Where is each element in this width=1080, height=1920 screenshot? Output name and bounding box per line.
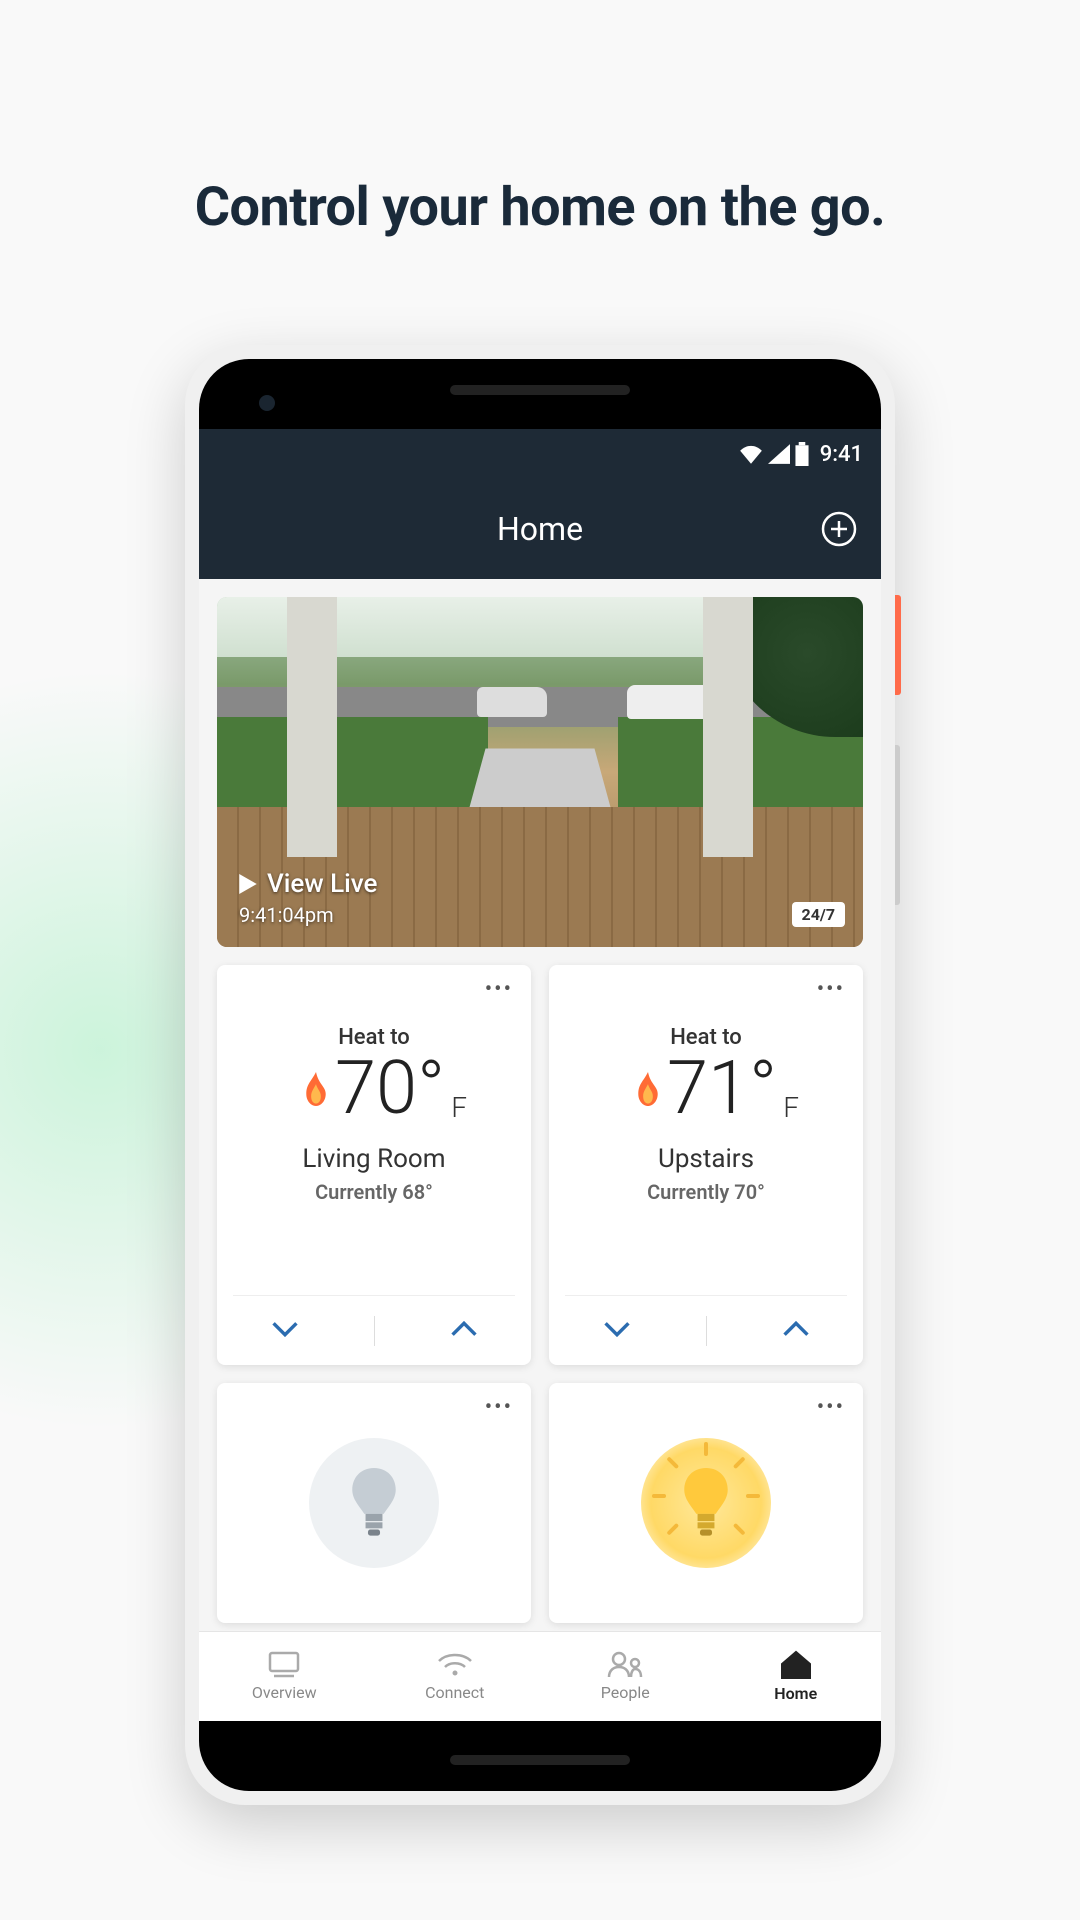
thermostat-controls — [565, 1295, 847, 1365]
nav-people[interactable]: People — [540, 1632, 711, 1721]
thermostat-controls — [233, 1295, 515, 1365]
nav-connect[interactable]: Connect — [370, 1632, 541, 1721]
current-temperature: Currently 70° — [647, 1180, 765, 1204]
phone-screen: 9:41 Home — [199, 429, 881, 1721]
people-icon — [605, 1651, 645, 1679]
chevron-down-icon — [271, 1321, 299, 1337]
card-more-button[interactable]: ••• — [485, 1397, 513, 1419]
phone-speaker-bottom — [450, 1755, 630, 1765]
flame-icon — [635, 1072, 661, 1106]
room-name: Living Room — [302, 1144, 445, 1174]
phone-frame: 9:41 Home — [185, 345, 895, 1805]
page-title: Home — [497, 510, 583, 548]
content-area: View Live 9:41:04pm 24/7 ••• Heat to — [199, 579, 881, 1641]
nav-label: Connect — [425, 1683, 484, 1702]
target-temperature: 71°F — [667, 1052, 777, 1126]
temp-up-button[interactable] — [782, 1321, 810, 1341]
control-divider — [374, 1316, 375, 1346]
temp-up-button[interactable] — [450, 1321, 478, 1341]
phone-volume-button — [895, 745, 900, 905]
target-temperature: 70°F — [335, 1052, 445, 1126]
chevron-down-icon — [603, 1321, 631, 1337]
view-live-button[interactable]: View Live — [239, 869, 377, 899]
status-bar: 9:41 — [199, 429, 881, 479]
room-name: Upstairs — [658, 1144, 754, 1174]
light-row: ••• ••• — [217, 1383, 863, 1623]
thermostat-card-living-room[interactable]: ••• Heat to 70°F Living Room — [217, 965, 531, 1365]
view-live-label: View Live — [267, 869, 377, 899]
nav-label: Home — [774, 1684, 817, 1703]
card-more-button[interactable]: ••• — [817, 1397, 845, 1419]
battery-icon — [794, 442, 810, 466]
camera-card[interactable]: View Live 9:41:04pm 24/7 — [217, 597, 863, 947]
thermostat-card-upstairs[interactable]: ••• Heat to 71°F Upstairs Cu — [549, 965, 863, 1365]
phone-bezel: 9:41 Home — [199, 359, 881, 1791]
add-button[interactable] — [819, 509, 859, 549]
status-time: 9:41 — [820, 442, 863, 467]
camera-overlay: View Live 9:41:04pm — [239, 869, 377, 927]
overview-icon — [266, 1651, 302, 1679]
light-card-on[interactable]: ••• — [549, 1383, 863, 1623]
recording-badge: 24/7 — [792, 902, 845, 927]
wifi-icon — [435, 1651, 475, 1679]
nav-home[interactable]: Home — [711, 1632, 882, 1721]
card-more-button[interactable]: ••• — [817, 979, 845, 1001]
chevron-up-icon — [450, 1321, 478, 1337]
nav-overview[interactable]: Overview — [199, 1632, 370, 1721]
flame-icon — [303, 1072, 329, 1106]
nav-label: Overview — [252, 1683, 317, 1702]
thermostat-row: ••• Heat to 70°F Living Room — [217, 965, 863, 1365]
lightbulb-off-icon — [349, 1468, 399, 1538]
bulb-on-background — [641, 1438, 771, 1568]
camera-timestamp: 9:41:04pm — [239, 903, 377, 927]
card-more-button[interactable]: ••• — [485, 979, 513, 1001]
light-rays — [641, 1438, 771, 1568]
current-temperature: Currently 68° — [315, 1180, 433, 1204]
plus-circle-icon — [821, 511, 857, 547]
phone-speaker-top — [450, 385, 630, 395]
play-icon — [239, 874, 257, 894]
control-divider — [706, 1316, 707, 1346]
app-header: Home — [199, 479, 881, 579]
nav-label: People — [601, 1683, 650, 1702]
chevron-up-icon — [782, 1321, 810, 1337]
wifi-icon — [738, 444, 764, 464]
temp-down-button[interactable] — [603, 1321, 631, 1341]
home-icon — [778, 1650, 814, 1680]
temp-down-button[interactable] — [271, 1321, 299, 1341]
marketing-headline: Control your home on the go. — [0, 176, 1080, 239]
phone-front-camera — [259, 395, 275, 411]
bulb-off-background — [309, 1438, 439, 1568]
cell-signal-icon — [768, 444, 790, 464]
light-card-off[interactable]: ••• — [217, 1383, 531, 1623]
phone-power-button — [895, 595, 901, 695]
bottom-nav: Overview Connect — [199, 1631, 881, 1721]
